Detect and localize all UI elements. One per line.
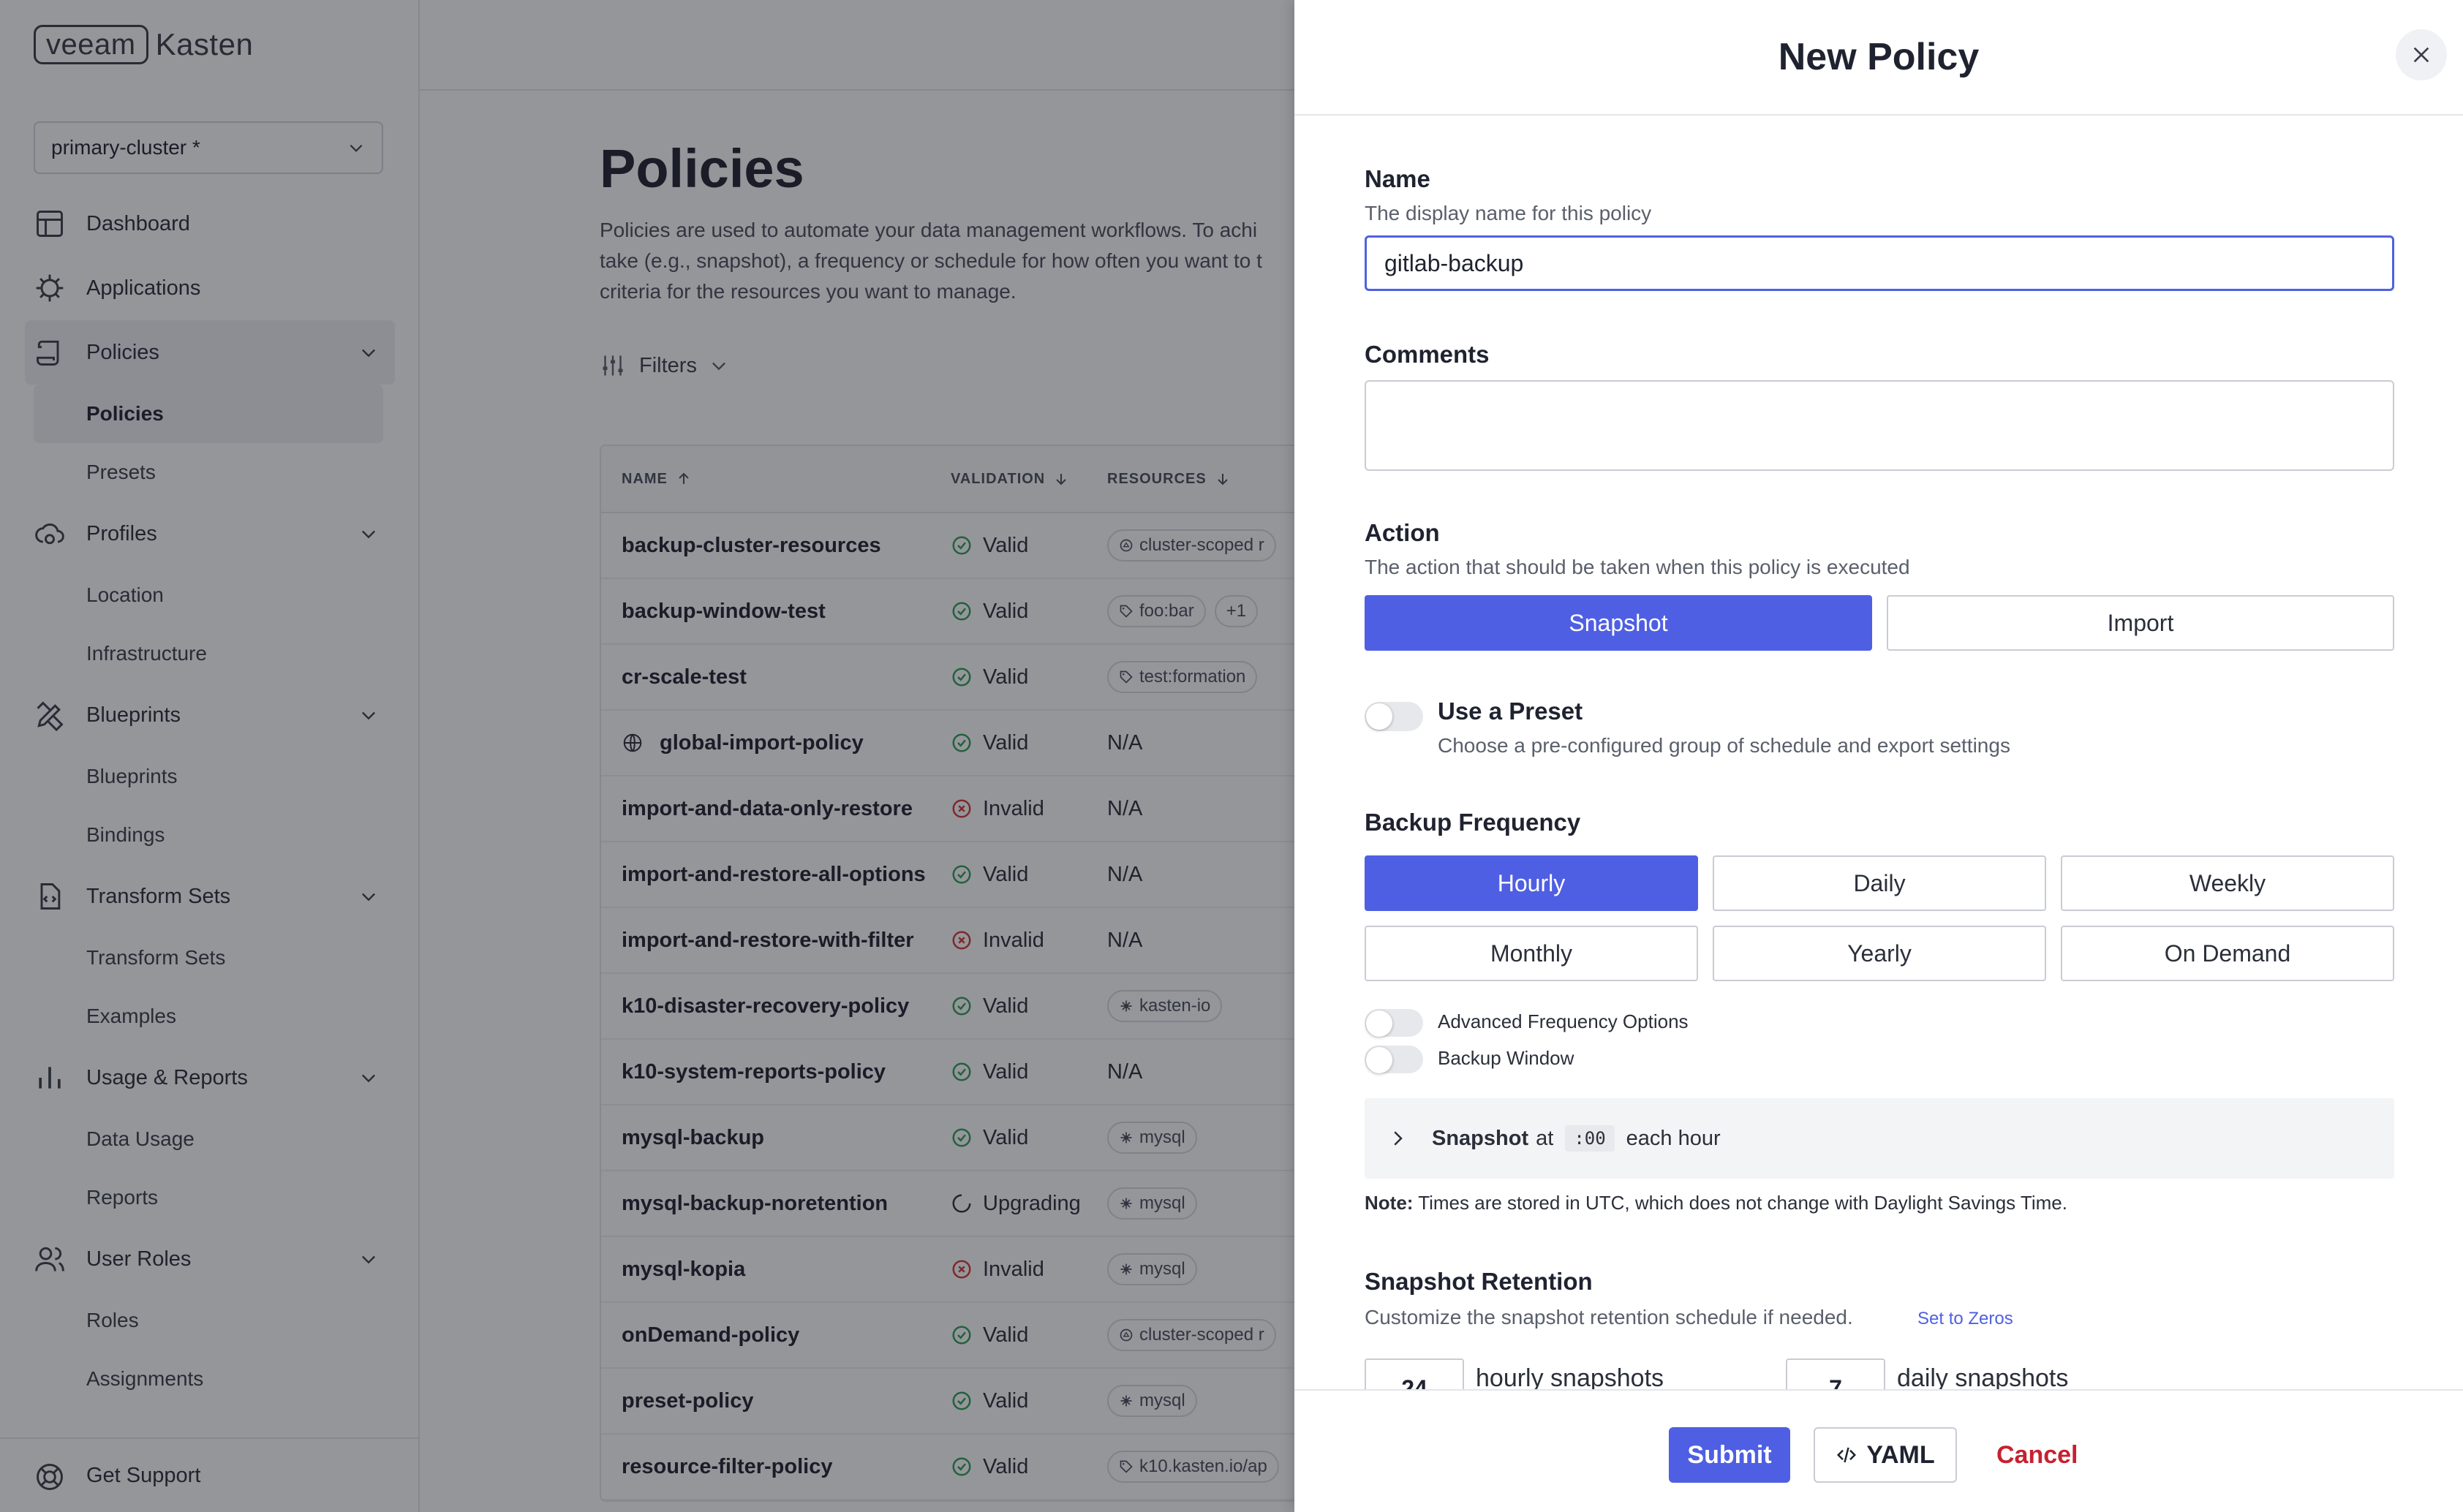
close-icon — [2413, 47, 2429, 63]
snapshot-schedule-row[interactable]: Snapshot at :00 each hour — [1365, 1098, 2394, 1179]
advanced-frequency-toggle[interactable] — [1365, 1009, 1423, 1037]
utc-note: Note: Times are stored in UTC, which doe… — [1365, 1192, 2067, 1214]
frequency-weekly-button[interactable]: Weekly — [2061, 855, 2394, 911]
snapshot-each-hour: each hour — [1626, 1126, 1721, 1150]
daily-snapshots-input[interactable]: 7 — [1786, 1358, 1885, 1389]
advanced-frequency-label: Advanced Frequency Options — [1438, 1010, 1689, 1032]
note-text: Times are stored in UTC, which does not … — [1418, 1192, 2067, 1214]
backup-window-label: Backup Window — [1438, 1047, 1574, 1069]
snapshot-word: Snapshot — [1432, 1126, 1529, 1150]
yaml-button[interactable]: YAML — [1814, 1427, 1957, 1483]
backup-window-toggle[interactable] — [1365, 1046, 1423, 1073]
drawer-title: New Policy — [1778, 36, 1980, 78]
action-snapshot-button[interactable]: Snapshot — [1365, 595, 1872, 651]
new-policy-drawer: New Policy Name The display name for thi… — [1294, 0, 2463, 1512]
snapshot-at: at — [1536, 1126, 1554, 1150]
drawer-footer: Submit YAML Cancel — [1294, 1389, 2463, 1512]
action-help: The action that should be taken when thi… — [1365, 556, 1910, 578]
comments-textarea[interactable] — [1365, 380, 2394, 471]
frequency-monthly-button[interactable]: Monthly — [1365, 926, 1698, 981]
set-to-zeros-link[interactable]: Set to Zeros — [1917, 1309, 2013, 1329]
hourly-snapshots-input[interactable]: 24 — [1365, 1358, 1464, 1389]
chevron-right-icon — [1394, 1131, 1403, 1146]
frequency-yearly-button[interactable]: Yearly — [1713, 926, 2046, 981]
code-icon — [1837, 1447, 1857, 1463]
modal-backdrop[interactable] — [0, 0, 1294, 1512]
frequency-on-demand-button[interactable]: On Demand — [2061, 926, 2394, 981]
use-preset-help: Choose a pre-configured group of schedul… — [1438, 734, 2010, 757]
daily-snapshots-label: daily snapshots — [1897, 1364, 2069, 1389]
close-button[interactable] — [2396, 29, 2447, 80]
backup-frequency-label: Backup Frequency — [1365, 809, 1581, 836]
yaml-label: YAML — [1866, 1440, 1935, 1469]
name-help: The display name for this policy — [1365, 202, 1652, 224]
comments-label: Comments — [1365, 341, 1490, 368]
name-label: Name — [1365, 165, 1430, 192]
action-label: Action — [1365, 519, 1440, 546]
action-import-button[interactable]: Import — [1887, 595, 2394, 651]
note-bold: Note: — [1365, 1192, 1414, 1214]
cancel-button[interactable]: Cancel — [1982, 1427, 2093, 1483]
frequency-hourly-button[interactable]: Hourly — [1365, 855, 1698, 911]
hourly-snapshots-label: hourly snapshots — [1476, 1364, 1664, 1389]
use-preset-toggle[interactable] — [1365, 702, 1423, 731]
drawer-body: Name The display name for this policy gi… — [1365, 116, 2396, 1389]
submit-button[interactable]: Submit — [1669, 1427, 1790, 1483]
snapshot-retention-label: Snapshot Retention — [1365, 1268, 1593, 1295]
snapshot-minute: :00 — [1565, 1125, 1615, 1152]
name-input[interactable]: gitlab-backup — [1365, 235, 2394, 291]
snapshot-retention-help: Customize the snapshot retention schedul… — [1365, 1306, 1853, 1328]
frequency-daily-button[interactable]: Daily — [1713, 855, 2046, 911]
drawer-header: New Policy — [1294, 0, 2463, 116]
use-preset-label: Use a Preset — [1438, 698, 1583, 725]
